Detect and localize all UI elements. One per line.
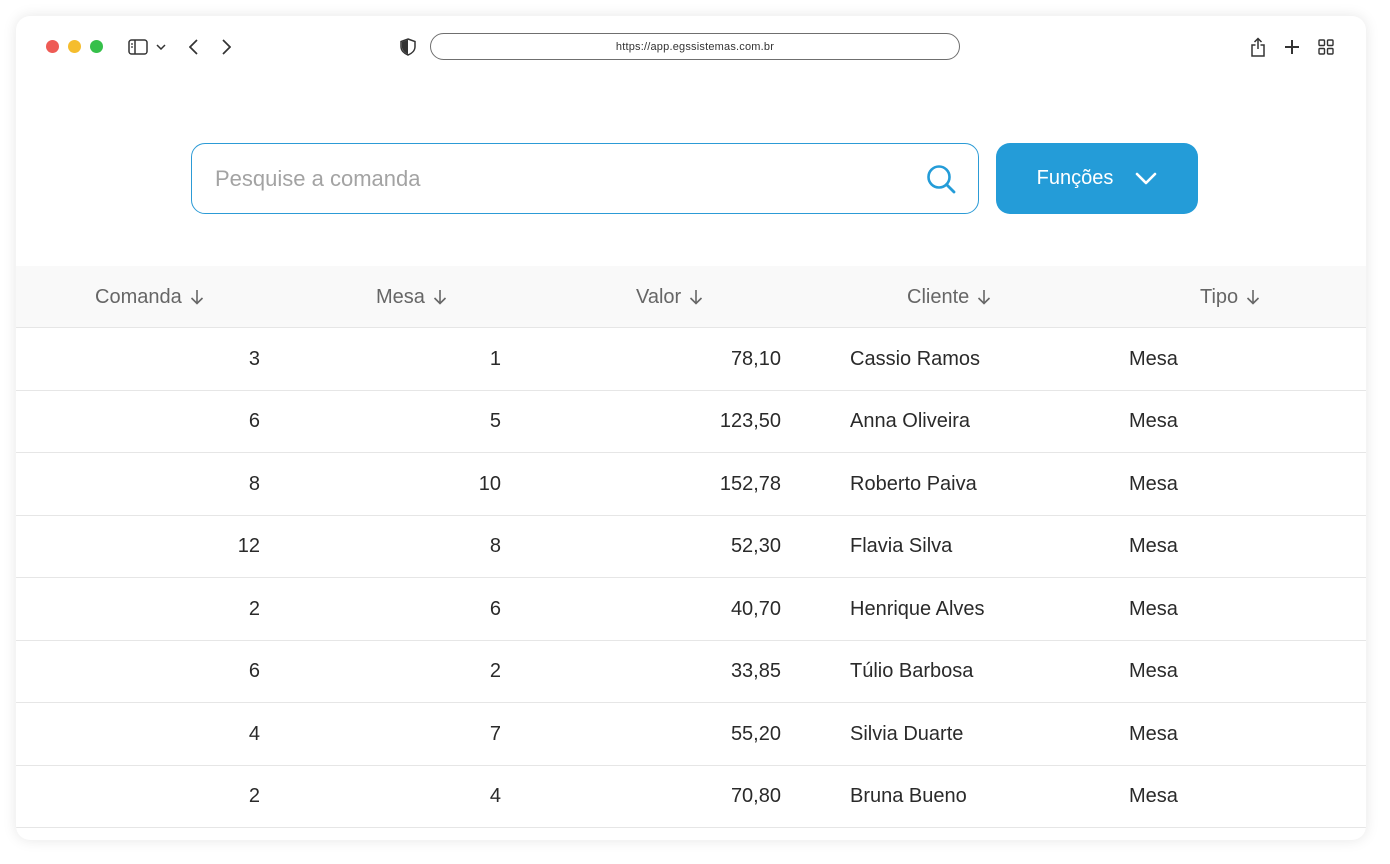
search-box[interactable] — [191, 143, 979, 214]
cell-tipo: Mesa — [1129, 785, 1178, 807]
comandas-table: Comanda Mesa Valor Cliente Tipo 3 1 78,1… — [16, 266, 1366, 828]
new-tab-plus-icon[interactable] — [1283, 37, 1301, 57]
column-header-mesa[interactable]: Mesa — [376, 266, 447, 328]
sort-arrow-down-icon — [433, 290, 446, 305]
url-text: https://app.egssistemas.com.br — [615, 40, 775, 53]
sidebar-toggle-icon[interactable] — [127, 37, 149, 57]
cell-comanda: 6 — [248, 660, 260, 682]
cell-mesa: 2 — [489, 660, 501, 682]
minimize-window-button[interactable] — [68, 40, 81, 53]
cell-comanda: 8 — [248, 472, 260, 495]
cell-tipo: Mesa — [1129, 410, 1178, 432]
search-icon[interactable] — [926, 164, 956, 194]
column-header-valor[interactable]: Valor — [636, 266, 703, 328]
chevron-down-icon[interactable] — [155, 37, 167, 57]
table-row[interactable]: 12 8 52,30 Flavia Silva Mesa — [16, 516, 1366, 578]
cell-cliente: Túlio Barbosa — [850, 660, 974, 682]
cell-comanda: 4 — [248, 722, 260, 745]
cell-valor: 33,85 — [730, 660, 781, 682]
sort-arrow-down-icon — [190, 290, 203, 305]
cell-valor: 152,78 — [719, 472, 781, 495]
cell-mesa: 10 — [478, 472, 501, 495]
column-header-cliente[interactable]: Cliente — [907, 266, 991, 328]
sort-arrow-down-icon — [978, 290, 991, 305]
column-header-tipo[interactable]: Tipo — [1200, 266, 1260, 328]
cell-comanda: 3 — [248, 347, 260, 370]
browser-window: https://app.egssistemas.com.br Funções C… — [16, 16, 1366, 840]
cell-tipo: Mesa — [1129, 472, 1178, 495]
cell-cliente: Roberto Paiva — [850, 472, 977, 495]
cell-mesa: 6 — [489, 597, 501, 620]
cell-cliente: Flavia Silva — [850, 535, 953, 557]
table-row[interactable]: 2 4 70,80 Bruna Bueno Mesa — [16, 766, 1366, 828]
table-header: Comanda Mesa Valor Cliente Tipo — [16, 266, 1366, 328]
cell-mesa: 8 — [489, 535, 501, 557]
browser-toolbar: https://app.egssistemas.com.br — [16, 16, 1366, 80]
cell-cliente: Bruna Bueno — [850, 785, 967, 807]
cell-cliente: Silvia Duarte — [850, 722, 964, 745]
close-window-button[interactable] — [46, 40, 59, 53]
cell-comanda: 2 — [248, 785, 260, 807]
cell-valor: 52,30 — [730, 535, 781, 557]
cell-tipo: Mesa — [1129, 535, 1178, 557]
cell-comanda: 12 — [237, 535, 260, 557]
sort-arrow-down-icon — [1247, 290, 1260, 305]
cell-comanda: 6 — [248, 410, 260, 432]
cell-tipo: Mesa — [1129, 660, 1178, 682]
shield-icon[interactable] — [400, 37, 416, 57]
cell-valor: 78,10 — [730, 347, 781, 370]
address-bar[interactable]: https://app.egssistemas.com.br — [430, 33, 960, 60]
table-row[interactable]: 8 10 152,78 Roberto Paiva Mesa — [16, 453, 1366, 516]
cell-cliente: Anna Oliveira — [850, 410, 971, 432]
share-icon[interactable] — [1250, 37, 1266, 57]
cell-cliente: Cassio Ramos — [850, 347, 981, 370]
column-header-comanda[interactable]: Comanda — [95, 266, 204, 328]
cell-mesa: 1 — [489, 347, 501, 370]
functions-button-label: Funções — [1036, 167, 1114, 189]
maximize-window-button[interactable] — [90, 40, 103, 53]
chevron-down-icon — [1136, 172, 1157, 184]
sort-arrow-down-icon — [690, 290, 703, 305]
cell-mesa: 7 — [489, 722, 501, 745]
table-body: 3 1 78,10 Cassio Ramos Mesa 6 5 123,50 A… — [16, 328, 1366, 828]
cell-valor: 123,50 — [719, 410, 781, 432]
cell-tipo: Mesa — [1129, 722, 1178, 745]
cell-comanda: 2 — [248, 597, 260, 620]
back-arrow-icon[interactable] — [186, 37, 200, 57]
cell-tipo: Mesa — [1129, 597, 1178, 620]
cell-mesa: 4 — [489, 785, 501, 807]
table-row[interactable]: 6 2 33,85 Túlio Barbosa Mesa — [16, 641, 1366, 703]
table-row[interactable]: 2 6 40,70 Henrique Alves Mesa — [16, 578, 1366, 641]
table-row[interactable]: 6 5 123,50 Anna Oliveira Mesa — [16, 391, 1366, 453]
cell-cliente: Henrique Alves — [850, 597, 985, 620]
functions-dropdown-button[interactable]: Funções — [996, 143, 1198, 214]
cell-tipo: Mesa — [1129, 347, 1178, 370]
search-input[interactable] — [215, 158, 895, 199]
cell-valor: 55,20 — [730, 722, 781, 745]
tab-overview-icon[interactable] — [1317, 37, 1335, 57]
cell-mesa: 5 — [489, 410, 501, 432]
table-row[interactable]: 4 7 55,20 Silvia Duarte Mesa — [16, 703, 1366, 766]
forward-arrow-icon[interactable] — [219, 37, 233, 57]
cell-valor: 70,80 — [730, 785, 781, 807]
cell-valor: 40,70 — [730, 597, 781, 620]
table-row[interactable]: 3 1 78,10 Cassio Ramos Mesa — [16, 328, 1366, 391]
